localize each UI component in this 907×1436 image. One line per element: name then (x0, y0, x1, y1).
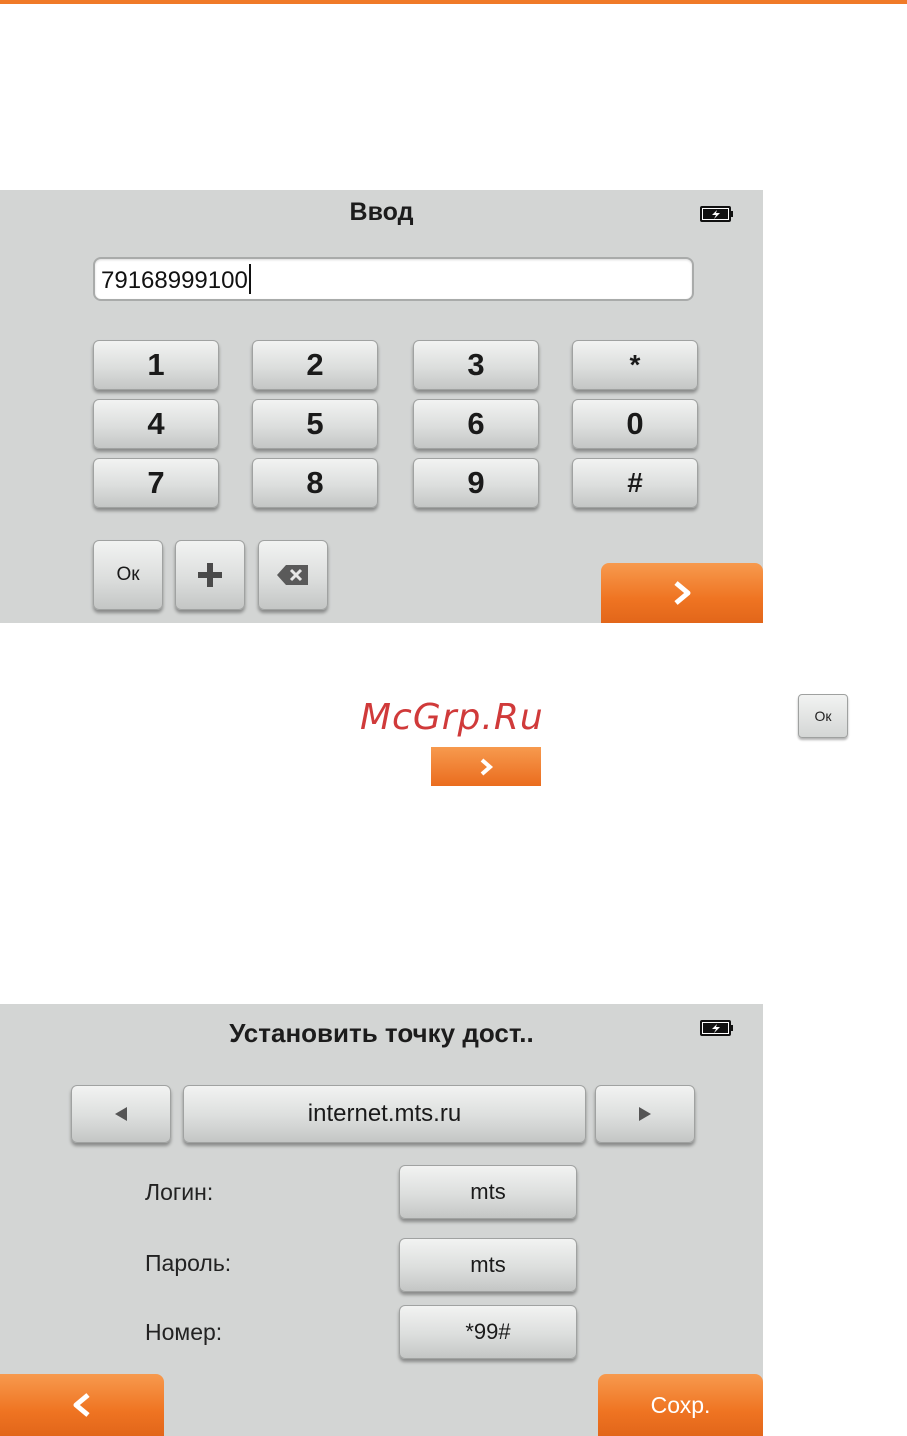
login-label: Логин: (145, 1179, 214, 1205)
password-label: Пароль: (145, 1250, 232, 1276)
backspace-button[interactable] (258, 540, 328, 610)
phone-number-input[interactable]: 79168999100 (93, 257, 694, 301)
triangle-left-icon (115, 1107, 127, 1121)
number-label: Номер: (145, 1319, 223, 1345)
screen-title: Установить точку дост.. (229, 1018, 534, 1048)
keypad-key-label: 1 (147, 347, 165, 382)
battery-icon (700, 1020, 733, 1036)
keypad-key-label: 9 (467, 465, 485, 500)
battery-icon (700, 206, 733, 222)
inline-next-button-image (431, 747, 541, 786)
screen-title: Ввод (349, 198, 414, 226)
keypad-key-label: # (627, 467, 643, 498)
number-field[interactable]: *99# (399, 1305, 577, 1359)
keypad-key-label: 5 (306, 406, 324, 441)
plus-button[interactable] (175, 540, 245, 610)
keypad-key[interactable]: 3 (413, 340, 539, 390)
save-label: Сохр. (650, 1391, 711, 1418)
keypad-key[interactable]: * (572, 340, 698, 390)
inline-ok-button-image: Ок (798, 694, 848, 738)
keypad-key[interactable]: 8 (252, 458, 378, 508)
ok-button[interactable]: Ок (93, 540, 163, 610)
back-button[interactable] (0, 1374, 164, 1436)
input-screen: Ввод 79168999100 1 2 3 * 4 5 6 0 7 8 9 # Ок (0, 190, 763, 623)
keypad-key[interactable]: 5 (252, 399, 378, 449)
inline-ok-label: Ок (814, 708, 832, 724)
keypad-key[interactable]: 0 (572, 399, 698, 449)
keypad-key-label: 8 (306, 465, 324, 500)
keypad-key-label: * (629, 349, 641, 380)
apn-selector[interactable]: internet.mts.ru (183, 1085, 586, 1143)
keypad-key[interactable]: 4 (93, 399, 219, 449)
backspace-icon (277, 565, 308, 585)
keypad-key[interactable]: 2 (252, 340, 378, 390)
input-value: 79168999100 (101, 267, 248, 294)
save-button[interactable]: Сохр. (598, 1374, 763, 1436)
apn-value: internet.mts.ru (307, 1100, 462, 1127)
keypad-key-label: 4 (147, 406, 165, 441)
previous-apn-button[interactable] (71, 1085, 171, 1143)
keypad-key[interactable]: 7 (93, 458, 219, 508)
plus-icon (198, 563, 222, 587)
ok-label: Ок (116, 564, 140, 585)
password-value: mts (470, 1252, 506, 1277)
keypad-key-label: 2 (306, 347, 324, 382)
login-field[interactable]: mts (399, 1165, 577, 1219)
triangle-right-icon (639, 1107, 651, 1121)
next-button[interactable] (601, 563, 763, 623)
next-apn-button[interactable] (595, 1085, 695, 1143)
chevron-right-icon (480, 757, 494, 776)
keypad-key-label: 7 (147, 465, 165, 500)
keypad-key-label: 6 (467, 406, 485, 441)
text-caret (249, 264, 251, 294)
keypad-key[interactable]: 1 (93, 340, 219, 390)
keypad-key[interactable]: 6 (413, 399, 539, 449)
watermark: McGrp.Ru (360, 697, 544, 738)
login-value: mts (470, 1179, 506, 1204)
access-point-screen: Установить точку дост.. internet.mts.ru … (0, 1004, 763, 1436)
keypad-key-label: 3 (467, 347, 485, 382)
password-field[interactable]: mts (399, 1238, 577, 1292)
top-accent-line (0, 0, 907, 4)
chevron-left-icon (73, 1393, 90, 1417)
keypad-key[interactable]: 9 (413, 458, 539, 508)
chevron-right-icon (674, 581, 691, 605)
number-value: *99# (465, 1319, 511, 1344)
keypad-key-label: 0 (626, 406, 644, 441)
keypad-key[interactable]: # (572, 458, 698, 508)
